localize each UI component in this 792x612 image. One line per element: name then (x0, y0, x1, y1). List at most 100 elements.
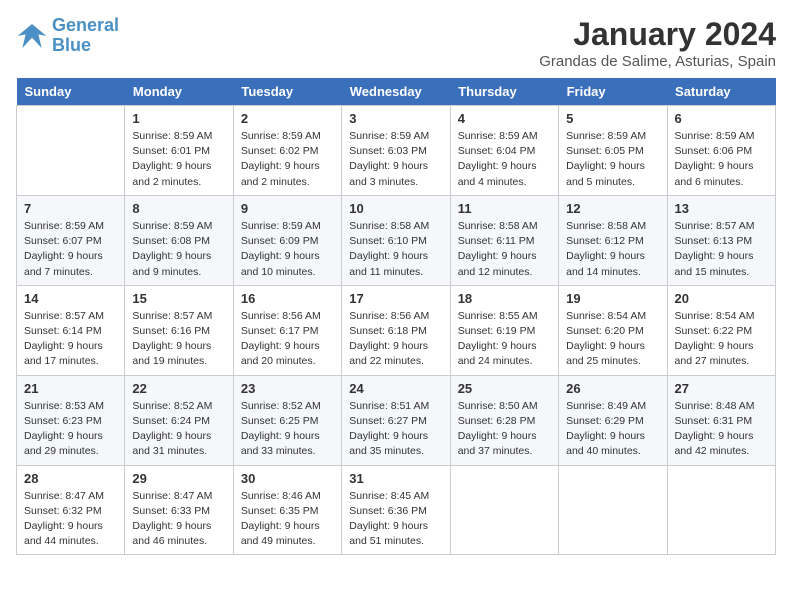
calendar-cell: 11 Sunrise: 8:58 AM Sunset: 6:11 PM Dayl… (450, 195, 558, 285)
calendar-cell: 17 Sunrise: 8:56 AM Sunset: 6:18 PM Dayl… (342, 285, 450, 375)
day-info: Sunrise: 8:57 AM Sunset: 6:13 PM Dayligh… (675, 219, 768, 280)
day-number: 23 (241, 381, 334, 396)
day-number: 24 (349, 381, 442, 396)
day-number: 26 (566, 381, 659, 396)
day-info: Sunrise: 8:59 AM Sunset: 6:03 PM Dayligh… (349, 129, 442, 190)
calendar-cell: 5 Sunrise: 8:59 AM Sunset: 6:05 PM Dayli… (559, 106, 667, 196)
sunrise-text: Sunrise: 8:47 AM (132, 489, 225, 504)
day-info: Sunrise: 8:50 AM Sunset: 6:28 PM Dayligh… (458, 399, 551, 460)
daylight-text: Daylight: 9 hours and 25 minutes. (566, 339, 659, 369)
daylight-text: Daylight: 9 hours and 9 minutes. (132, 249, 225, 279)
sunset-text: Sunset: 6:24 PM (132, 414, 225, 429)
sunset-text: Sunset: 6:31 PM (675, 414, 768, 429)
day-number: 9 (241, 201, 334, 216)
calendar-week-row: 7 Sunrise: 8:59 AM Sunset: 6:07 PM Dayli… (17, 195, 776, 285)
sunset-text: Sunset: 6:28 PM (458, 414, 551, 429)
day-info: Sunrise: 8:45 AM Sunset: 6:36 PM Dayligh… (349, 489, 442, 550)
day-number: 13 (675, 201, 768, 216)
col-tuesday: Tuesday (233, 78, 341, 106)
calendar-cell: 20 Sunrise: 8:54 AM Sunset: 6:22 PM Dayl… (667, 285, 775, 375)
day-info: Sunrise: 8:55 AM Sunset: 6:19 PM Dayligh… (458, 309, 551, 370)
col-thursday: Thursday (450, 78, 558, 106)
day-number: 18 (458, 291, 551, 306)
day-info: Sunrise: 8:59 AM Sunset: 6:04 PM Dayligh… (458, 129, 551, 190)
sunset-text: Sunset: 6:19 PM (458, 324, 551, 339)
day-number: 21 (24, 381, 117, 396)
calendar-cell: 25 Sunrise: 8:50 AM Sunset: 6:28 PM Dayl… (450, 375, 558, 465)
day-info: Sunrise: 8:46 AM Sunset: 6:35 PM Dayligh… (241, 489, 334, 550)
calendar-cell: 12 Sunrise: 8:58 AM Sunset: 6:12 PM Dayl… (559, 195, 667, 285)
day-number: 31 (349, 471, 442, 486)
day-number: 30 (241, 471, 334, 486)
calendar-cell: 30 Sunrise: 8:46 AM Sunset: 6:35 PM Dayl… (233, 465, 341, 555)
calendar-cell (559, 465, 667, 555)
sunset-text: Sunset: 6:29 PM (566, 414, 659, 429)
logo: General Blue (16, 16, 119, 56)
sunset-text: Sunset: 6:06 PM (675, 144, 768, 159)
calendar-cell: 7 Sunrise: 8:59 AM Sunset: 6:07 PM Dayli… (17, 195, 125, 285)
day-info: Sunrise: 8:59 AM Sunset: 6:05 PM Dayligh… (566, 129, 659, 190)
calendar-week-row: 21 Sunrise: 8:53 AM Sunset: 6:23 PM Dayl… (17, 375, 776, 465)
daylight-text: Daylight: 9 hours and 35 minutes. (349, 429, 442, 459)
day-number: 16 (241, 291, 334, 306)
calendar-cell: 3 Sunrise: 8:59 AM Sunset: 6:03 PM Dayli… (342, 106, 450, 196)
day-info: Sunrise: 8:59 AM Sunset: 6:01 PM Dayligh… (132, 129, 225, 190)
day-number: 20 (675, 291, 768, 306)
sunrise-text: Sunrise: 8:50 AM (458, 399, 551, 414)
day-number: 27 (675, 381, 768, 396)
sunrise-text: Sunrise: 8:57 AM (675, 219, 768, 234)
day-number: 17 (349, 291, 442, 306)
logo-text: General Blue (52, 16, 119, 56)
sunset-text: Sunset: 6:05 PM (566, 144, 659, 159)
sunrise-text: Sunrise: 8:56 AM (241, 309, 334, 324)
day-number: 4 (458, 111, 551, 126)
daylight-text: Daylight: 9 hours and 44 minutes. (24, 519, 117, 549)
sunset-text: Sunset: 6:13 PM (675, 234, 768, 249)
sunrise-text: Sunrise: 8:52 AM (132, 399, 225, 414)
sunset-text: Sunset: 6:25 PM (241, 414, 334, 429)
day-number: 12 (566, 201, 659, 216)
calendar-cell: 18 Sunrise: 8:55 AM Sunset: 6:19 PM Dayl… (450, 285, 558, 375)
sunrise-text: Sunrise: 8:58 AM (349, 219, 442, 234)
day-info: Sunrise: 8:52 AM Sunset: 6:25 PM Dayligh… (241, 399, 334, 460)
day-number: 28 (24, 471, 117, 486)
daylight-text: Daylight: 9 hours and 22 minutes. (349, 339, 442, 369)
sunrise-text: Sunrise: 8:59 AM (132, 129, 225, 144)
calendar-cell: 21 Sunrise: 8:53 AM Sunset: 6:23 PM Dayl… (17, 375, 125, 465)
sunset-text: Sunset: 6:23 PM (24, 414, 117, 429)
sunrise-text: Sunrise: 8:51 AM (349, 399, 442, 414)
sunrise-text: Sunrise: 8:59 AM (241, 129, 334, 144)
sunset-text: Sunset: 6:32 PM (24, 504, 117, 519)
location-title: Grandas de Salime, Asturias, Spain (539, 53, 776, 70)
sunset-text: Sunset: 6:20 PM (566, 324, 659, 339)
daylight-text: Daylight: 9 hours and 42 minutes. (675, 429, 768, 459)
sunrise-text: Sunrise: 8:52 AM (241, 399, 334, 414)
calendar-cell: 2 Sunrise: 8:59 AM Sunset: 6:02 PM Dayli… (233, 106, 341, 196)
logo-icon (16, 20, 48, 52)
day-number: 11 (458, 201, 551, 216)
calendar-cell: 31 Sunrise: 8:45 AM Sunset: 6:36 PM Dayl… (342, 465, 450, 555)
month-title: January 2024 (539, 16, 776, 53)
day-number: 6 (675, 111, 768, 126)
calendar-cell: 9 Sunrise: 8:59 AM Sunset: 6:09 PM Dayli… (233, 195, 341, 285)
day-info: Sunrise: 8:53 AM Sunset: 6:23 PM Dayligh… (24, 399, 117, 460)
calendar-week-row: 14 Sunrise: 8:57 AM Sunset: 6:14 PM Dayl… (17, 285, 776, 375)
day-info: Sunrise: 8:58 AM Sunset: 6:12 PM Dayligh… (566, 219, 659, 280)
day-info: Sunrise: 8:56 AM Sunset: 6:17 PM Dayligh… (241, 309, 334, 370)
sunrise-text: Sunrise: 8:59 AM (132, 219, 225, 234)
day-number: 19 (566, 291, 659, 306)
day-info: Sunrise: 8:59 AM Sunset: 6:08 PM Dayligh… (132, 219, 225, 280)
sunset-text: Sunset: 6:01 PM (132, 144, 225, 159)
sunrise-text: Sunrise: 8:55 AM (458, 309, 551, 324)
daylight-text: Daylight: 9 hours and 24 minutes. (458, 339, 551, 369)
calendar-cell: 29 Sunrise: 8:47 AM Sunset: 6:33 PM Dayl… (125, 465, 233, 555)
calendar-cell: 8 Sunrise: 8:59 AM Sunset: 6:08 PM Dayli… (125, 195, 233, 285)
calendar-cell: 24 Sunrise: 8:51 AM Sunset: 6:27 PM Dayl… (342, 375, 450, 465)
day-info: Sunrise: 8:57 AM Sunset: 6:14 PM Dayligh… (24, 309, 117, 370)
sunset-text: Sunset: 6:36 PM (349, 504, 442, 519)
sunrise-text: Sunrise: 8:54 AM (566, 309, 659, 324)
calendar-cell: 23 Sunrise: 8:52 AM Sunset: 6:25 PM Dayl… (233, 375, 341, 465)
day-info: Sunrise: 8:56 AM Sunset: 6:18 PM Dayligh… (349, 309, 442, 370)
calendar-cell (667, 465, 775, 555)
sunset-text: Sunset: 6:07 PM (24, 234, 117, 249)
